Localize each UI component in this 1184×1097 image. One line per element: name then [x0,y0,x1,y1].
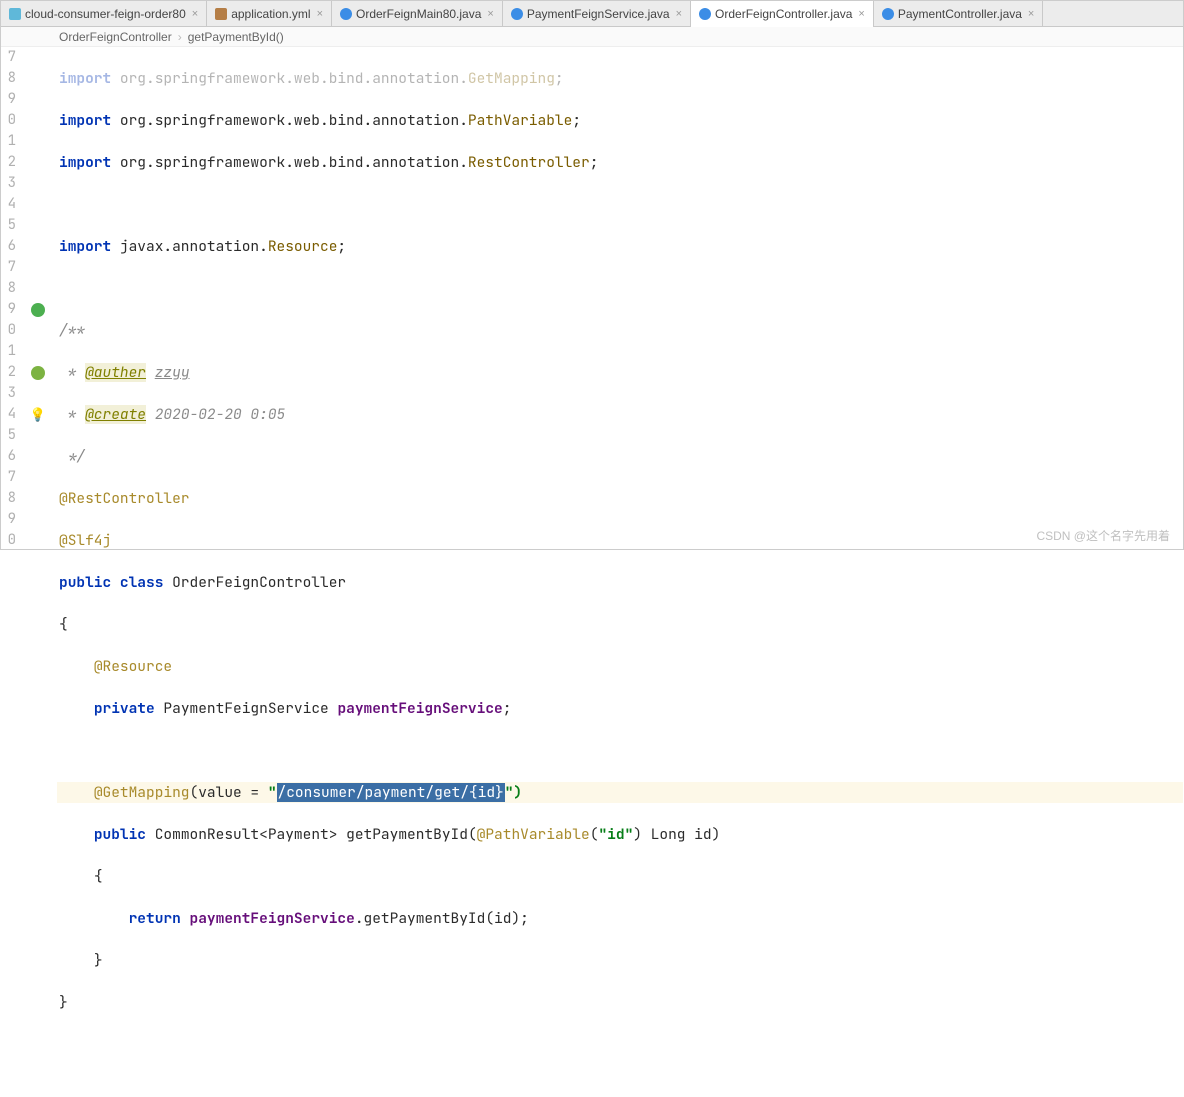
tab-label: PaymentFeignService.java [527,7,670,21]
tab-label: OrderFeignController.java [715,7,852,21]
code-area[interactable]: import org.springframework.web.bind.anno… [57,47,1183,549]
tab-label: OrderFeignMain80.java [356,7,481,21]
breadcrumb: OrderFeignController › getPaymentById() [1,27,1183,47]
bulb-icon[interactable]: 💡 [30,404,46,425]
tab-yml[interactable]: application.yml × [207,1,332,27]
editor-tabs: cloud-consumer-feign-order80 × applicatio… [1,1,1183,27]
breadcrumb-class[interactable]: OrderFeignController [59,30,172,44]
tab-java-2[interactable]: PaymentFeignService.java × [503,1,691,27]
close-icon[interactable]: × [487,8,493,20]
tab-label: cloud-consumer-feign-order80 [25,7,186,21]
close-icon[interactable]: × [317,8,323,20]
run-marker-icon[interactable] [31,366,45,380]
java-icon [340,8,352,20]
yml-icon [215,8,227,20]
editor[interactable]: 789012345678901234567890 💡 import org.sp… [1,47,1183,549]
java-icon [511,8,523,20]
gutter-marks: 💡 [19,47,57,549]
tab-label: application.yml [231,7,310,21]
chevron-right-icon: › [178,30,182,44]
java-icon [699,8,711,20]
tab-java-3[interactable]: PaymentController.java × [874,1,1044,27]
tab-module[interactable]: cloud-consumer-feign-order80 × [1,1,207,27]
close-icon[interactable]: × [858,8,864,20]
tab-java-1[interactable]: OrderFeignMain80.java × [332,1,503,27]
line-numbers: 789012345678901234567890 [1,47,19,549]
tab-label: PaymentController.java [898,7,1022,21]
close-icon[interactable]: × [192,8,198,20]
module-icon [9,8,21,20]
java-icon [882,8,894,20]
class-marker-icon[interactable] [31,303,45,317]
close-icon[interactable]: × [676,8,682,20]
breadcrumb-method[interactable]: getPaymentById() [188,30,284,44]
close-icon[interactable]: × [1028,8,1034,20]
watermark: CSDN @这个名字先用着 [1036,527,1170,544]
tab-java-active[interactable]: OrderFeignController.java × [691,1,874,27]
